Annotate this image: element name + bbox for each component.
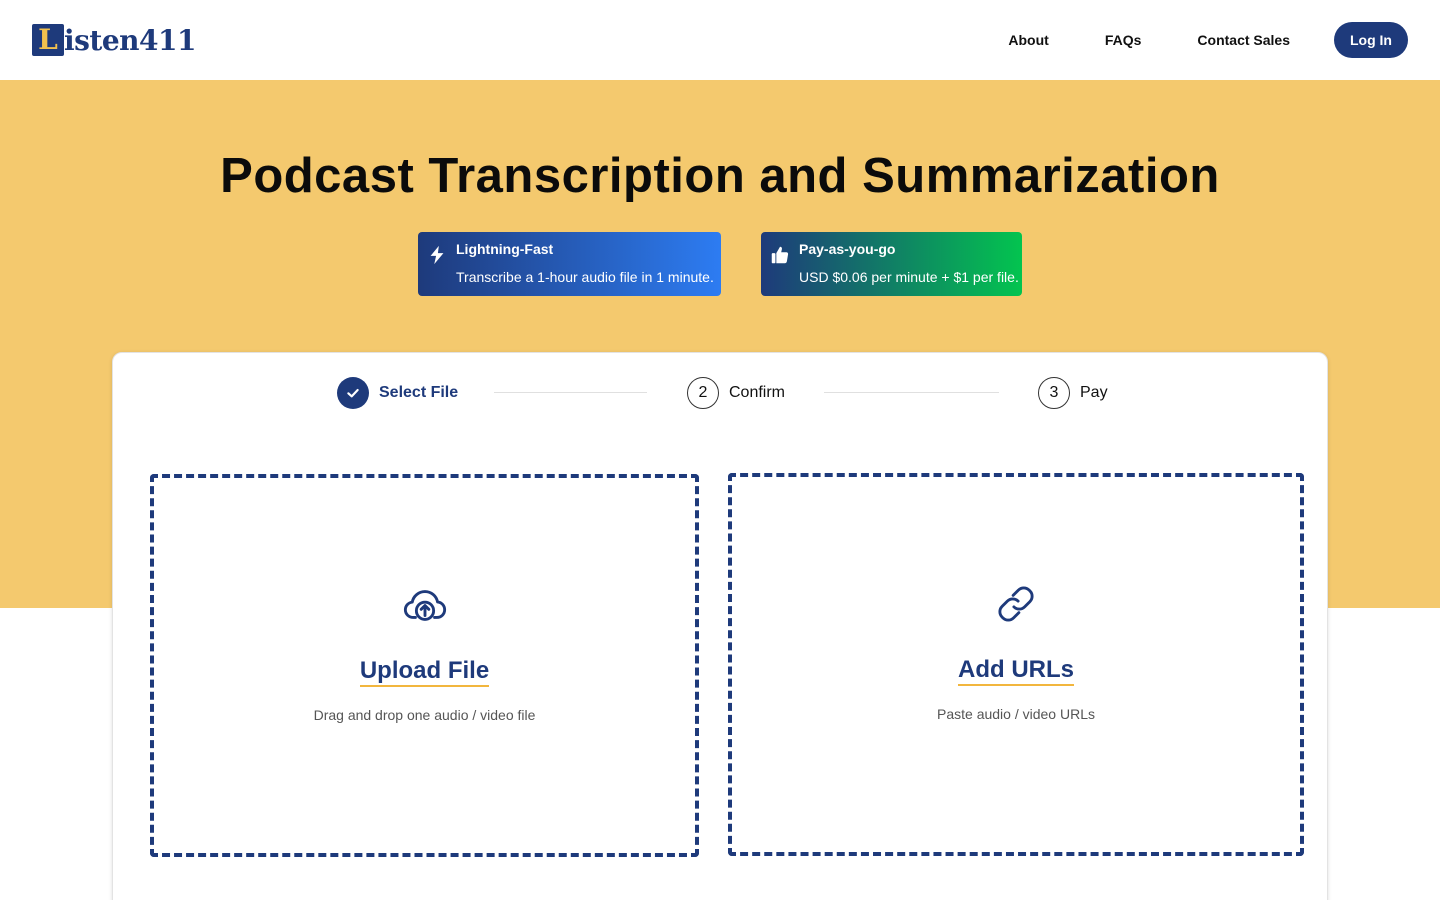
- progress-stepper: Select File 2 Confirm 3 Pay: [113, 377, 1327, 409]
- cloud-upload-icon: [403, 590, 446, 621]
- add-urls-title[interactable]: Add URLs: [958, 657, 1074, 686]
- logo-text: isten411: [64, 23, 196, 57]
- nav-faqs-link[interactable]: FAQs: [1105, 32, 1142, 48]
- feature-badges: Lightning-Fast Transcribe a 1-hour audio…: [0, 232, 1440, 296]
- feature-badge-speed: Lightning-Fast Transcribe a 1-hour audio…: [418, 232, 721, 296]
- add-urls-subtitle: Paste audio / video URLs: [937, 706, 1095, 722]
- logo-mark: L: [32, 24, 64, 56]
- nav-contact-sales-link[interactable]: Contact Sales: [1197, 32, 1290, 48]
- logo[interactable]: L isten411: [32, 23, 196, 57]
- add-urls-dropzone[interactable]: Add URLs Paste audio / video URLs: [728, 473, 1304, 856]
- step-number: 2: [687, 377, 719, 409]
- feature-title: Lightning-Fast: [456, 241, 554, 257]
- main-nav: About FAQs Contact Sales Log In: [1008, 22, 1408, 58]
- step-confirm: 2 Confirm: [687, 377, 785, 409]
- step-label: Pay: [1080, 384, 1108, 401]
- upload-file-dropzone[interactable]: Upload File Drag and drop one audio / vi…: [150, 474, 699, 857]
- feature-description: USD $0.06 per minute + $1 per file.: [799, 269, 1019, 285]
- login-button[interactable]: Log In: [1334, 22, 1408, 58]
- step-label: Confirm: [729, 384, 786, 401]
- checkmark-icon: [347, 388, 359, 398]
- step-connector: [494, 392, 647, 393]
- lightning-icon: [430, 245, 444, 265]
- step-pay: 3 Pay: [1038, 377, 1108, 409]
- step-complete-badge: [337, 377, 369, 409]
- upload-file-title[interactable]: Upload File: [359, 658, 490, 687]
- link-icon: [998, 586, 1034, 622]
- step-select-file: Select File: [337, 377, 458, 409]
- step-number: 3: [1038, 377, 1070, 409]
- feature-badge-pricing: Pay-as-you-go USD $0.06 per minute + $1 …: [761, 232, 1022, 296]
- page-title: Podcast Transcription and Summarization: [220, 149, 1220, 203]
- thumbs-up-icon: [771, 246, 789, 264]
- upload-card: Select File 2 Confirm 3 Pay Upload File …: [112, 352, 1328, 900]
- feature-title: Pay-as-you-go: [799, 241, 896, 257]
- nav-about-link[interactable]: About: [1008, 32, 1048, 48]
- feature-description: Transcribe a 1-hour audio file in 1 minu…: [456, 269, 714, 285]
- top-header: L isten411 About FAQs Contact Sales Log …: [0, 0, 1440, 80]
- step-connector: [824, 392, 999, 393]
- step-label: Select File: [379, 384, 459, 401]
- upload-file-subtitle: Drag and drop one audio / video file: [313, 707, 536, 723]
